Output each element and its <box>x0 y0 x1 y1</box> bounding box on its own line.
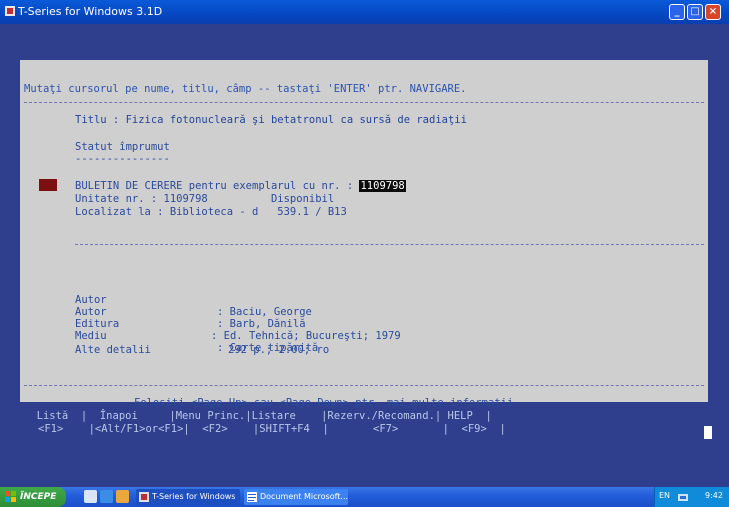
paging-hint: Folosiţi <Page Up> sau <Page Down> ptr. … <box>134 397 514 409</box>
detail-value: : Barb, Dănilă <box>217 318 306 330</box>
clock[interactable]: 9:42 <box>705 491 723 500</box>
quicklaunch-browser-icon[interactable] <box>100 490 113 503</box>
title-bar[interactable]: T-Series for Windows 3.1D _ □ × <box>0 0 729 24</box>
location-line: Localizat la : Biblioteca - d 539.1 / B1… <box>75 206 347 218</box>
divider-bottom <box>24 385 704 386</box>
detail-label: Mediu <box>75 330 107 342</box>
windows-logo-icon <box>5 491 16 502</box>
maximize-button[interactable]: □ <box>687 4 703 20</box>
network-icon[interactable] <box>677 491 689 503</box>
window-title: T-Series for Windows 3.1D <box>18 5 163 18</box>
start-label: ÎNCEPE <box>20 492 57 502</box>
taskbar-item-tseries[interactable]: T-Series for Windows <box>136 489 240 505</box>
taskbar-item-document[interactable]: Document Microsoft... <box>244 489 348 505</box>
app-window: T-Series for Windows 3.1D _ □ × Mutaţi c… <box>0 0 729 487</box>
app-icon <box>5 6 15 16</box>
status-heading: Statut împrumut <box>75 141 170 153</box>
detail-value: : Baciu, George <box>217 306 312 318</box>
other-details-label: Alte detalii <box>75 344 151 356</box>
quicklaunch-media-icon[interactable] <box>116 490 129 503</box>
request-line[interactable]: BULETIN DE CERERE pentru exemplarul cu n… <box>75 180 406 192</box>
divider-middle <box>75 244 704 245</box>
language-indicator[interactable]: EN <box>659 491 670 500</box>
status-underline: --------------- <box>75 153 170 165</box>
detail-value: : Ed. Tehnică; Bucureşti; 1979 <box>211 330 401 342</box>
navigation-hint: Mutaţi cursorul pe nume, titlu, câmp -- … <box>24 83 467 95</box>
record-title[interactable]: Titlu : Fizica fotonucleară şi betatronu… <box>75 114 467 126</box>
request-prefix: BULETIN DE CERERE pentru exemplarul cu n… <box>75 180 360 192</box>
taskbar-item-label: Document Microsoft... <box>260 492 348 501</box>
function-key-shortcuts[interactable]: <F1> |<Alt/F1>or<F1>| <F2> |SHIFT+F4 | <… <box>38 423 506 435</box>
divider-top <box>24 102 704 103</box>
app-icon <box>139 492 149 502</box>
start-button[interactable]: ÎNCEPE <box>0 487 66 507</box>
taskbar-item-label: T-Series for Windows <box>152 492 236 501</box>
detail-row[interactable]: Mediu : Carte tipărită <box>75 318 318 366</box>
other-details-value: 292 p.; 2.00; ro <box>228 344 330 356</box>
minimize-button[interactable]: _ <box>669 4 685 20</box>
quicklaunch-desktop-icon[interactable] <box>84 490 97 503</box>
function-key-menu[interactable]: Listă | Înapoi |Menu Princ.|Listare |Rez… <box>24 410 492 422</box>
selection-marker[interactable] <box>39 179 57 191</box>
system-tray: EN 9:42 <box>654 487 729 507</box>
close-button[interactable]: × <box>705 4 721 20</box>
request-number[interactable]: 1109798 <box>359 180 406 192</box>
taskbar: ÎNCEPE T-Series for Windows Document Mic… <box>0 487 729 507</box>
unit-line: Unitate nr. : 1109798 Disponibil <box>75 193 335 205</box>
word-document-icon <box>247 492 257 502</box>
text-cursor <box>704 426 712 439</box>
